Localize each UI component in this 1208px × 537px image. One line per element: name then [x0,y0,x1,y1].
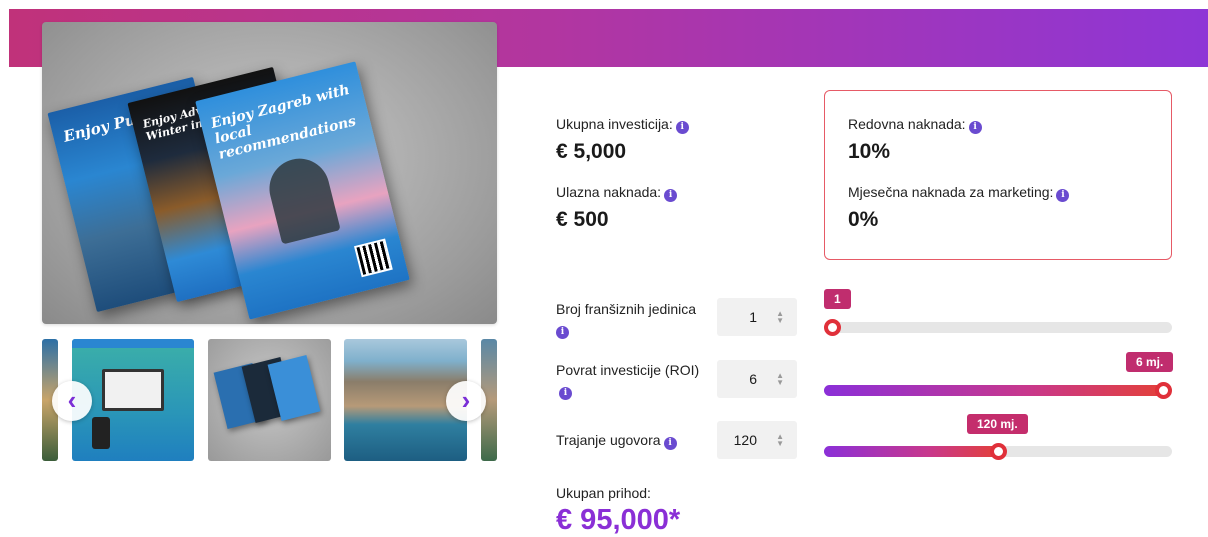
entry-fee-label-text: Ulazna naknada: [556,184,662,200]
info-icon[interactable]: i [968,121,982,134]
carousel-prev-button[interactable]: ‹ [52,381,92,421]
info-icon[interactable]: i [663,437,677,450]
chevron-left-icon: ‹ [67,385,77,415]
stepper-icon[interactable]: ▲ ▼ [776,433,784,448]
total-investment-value: € 5,000 [556,140,627,163]
roi-label: Povrat investicije (ROI) i [556,360,706,400]
roi-label-text: Povrat investicije (ROI) [556,362,700,378]
units-slider-tooltip: 1 [824,289,851,309]
entry-fee-label: Ulazna naknada: i [556,184,678,202]
roi-number-input[interactable]: 6 ▲ ▼ [717,360,797,398]
monitor-icon [102,369,164,411]
revenue-value: € 95,000* [556,504,681,536]
main-product-image[interactable]: Enjoy Pula Enjoy Advent and Winter in Za… [42,22,497,324]
thumbnail-caption [72,339,194,348]
info-icon[interactable]: i [556,326,569,339]
duration-slider[interactable] [824,443,1172,460]
slider-fill [824,446,999,457]
roi-slider-tooltip: 6 mj. [1126,352,1174,372]
duration-input-value: 120 [733,432,757,448]
duration-label: Trajanje ugovora i [556,432,677,450]
marketing-fee-label-text: Mjesečna naknada za marketing: [848,184,1054,200]
carousel-next-button[interactable]: › [446,381,486,421]
entry-fee-value: € 500 [556,208,609,231]
regular-fee-value: 10% [848,140,891,163]
info-icon[interactable]: i [559,387,572,400]
total-investment-label-text: Ukupna investicija: [556,116,673,132]
stepper-icon[interactable]: ▲ ▼ [776,372,784,387]
total-investment-label: Ukupna investicija: i [556,116,689,134]
statue-photo [263,152,341,245]
roi-slider[interactable] [824,382,1172,399]
thumbnail-flyers[interactable] [208,339,331,461]
marketing-fee-value: 0% [848,208,879,231]
flyer-title: Enjoy Zagreb with local recommendations [209,81,358,163]
marketing-fee-label: Mjesečna naknada za marketing: i [848,184,1070,202]
units-label: Broj franšiznih jedinica i [556,299,706,339]
duration-number-input[interactable]: 120 ▲ ▼ [717,421,797,459]
duration-label-text: Trajanje ugovora [556,432,661,448]
info-icon[interactable]: i [1056,189,1070,202]
regular-fee-label: Redovna naknada: i [848,116,982,134]
thumbnail-carousel [42,339,497,461]
roi-input-value: 6 [749,371,757,387]
units-input-value: 1 [749,309,757,325]
chevron-right-icon: › [461,385,471,415]
duration-slider-tooltip: 120 mj. [967,414,1028,434]
slider-handle[interactable] [1155,382,1172,399]
fees-box: Redovna naknada: i 10% Mjesečna naknada z… [824,90,1172,260]
revenue-label: Ukupan prihod: [556,485,651,501]
stepper-icon[interactable]: ▲ ▼ [776,310,784,325]
slider-handle[interactable] [824,319,841,336]
info-icon[interactable]: i [664,189,678,202]
units-slider[interactable] [824,319,1172,336]
info-icon[interactable]: i [675,121,689,134]
slider-handle[interactable] [990,443,1007,460]
units-number-input[interactable]: 1 ▲ ▼ [717,298,797,336]
regular-fee-label-text: Redovna naknada: [848,116,966,132]
phone-icon [92,417,110,449]
slider-fill [824,385,1164,396]
units-label-text: Broj franšiznih jedinica [556,301,697,317]
qr-code [354,238,393,278]
